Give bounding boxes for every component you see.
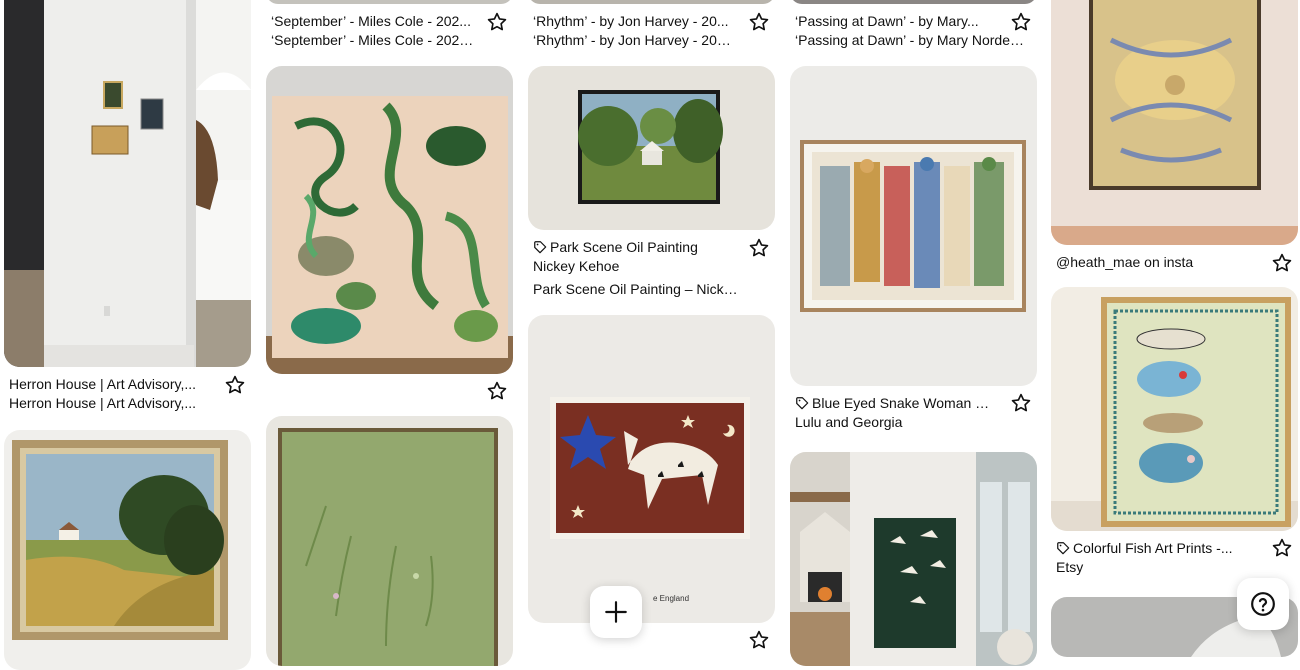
pin-title: Blue Eyed Snake Woman Wa... xyxy=(795,394,1000,412)
add-button[interactable] xyxy=(590,586,642,638)
pin-image[interactable] xyxy=(266,416,513,666)
pin-author: Lulu and Georgia xyxy=(795,414,903,430)
pin-image[interactable] xyxy=(4,430,251,670)
pin-title: Park Scene Oil Painting xyxy=(533,238,738,256)
star-outline-icon[interactable] xyxy=(1271,252,1293,274)
print-caption: e England xyxy=(653,594,690,603)
pin-image[interactable]: e England xyxy=(528,315,775,623)
star-outline-icon[interactable] xyxy=(486,380,508,402)
plus-icon xyxy=(605,601,627,623)
pin-image[interactable] xyxy=(528,66,775,230)
pin-image[interactable] xyxy=(4,0,251,367)
pin-title: ‘Passing at Dawn’ - by Mary... xyxy=(795,13,979,29)
pin-subtitle: Park Scene Oil Painting – Nickey... xyxy=(533,281,738,297)
pin-image[interactable] xyxy=(266,0,513,4)
star-outline-icon[interactable] xyxy=(748,237,770,259)
pin-subtitle: ‘September’ - Miles Cole - 2025 |... xyxy=(271,32,476,48)
pin-title-text: Blue Eyed Snake Woman Wa... xyxy=(812,395,1000,411)
pin-image[interactable] xyxy=(790,66,1037,386)
pin-image[interactable] xyxy=(266,66,513,374)
help-button[interactable] xyxy=(1237,578,1289,630)
pin-title-text: Park Scene Oil Painting xyxy=(550,239,698,255)
tag-icon xyxy=(534,241,547,254)
help-icon xyxy=(1251,592,1275,616)
pin-image[interactable] xyxy=(1051,0,1298,245)
pin-author: Etsy xyxy=(1056,559,1084,575)
star-outline-icon[interactable] xyxy=(224,374,246,396)
star-outline-icon[interactable] xyxy=(486,11,508,33)
pin-title: ‘Rhythm’ - by Jon Harvey - 20... xyxy=(533,13,729,29)
pin-title-text: Colorful Fish Art Prints -... xyxy=(1073,540,1233,556)
pin-author: Nickey Kehoe xyxy=(533,258,620,274)
pin-title: @heath_mae on insta xyxy=(1056,254,1194,270)
pin-image[interactable] xyxy=(790,0,1037,4)
tag-icon xyxy=(1057,542,1070,555)
star-outline-icon[interactable] xyxy=(1010,11,1032,33)
star-outline-icon[interactable] xyxy=(1010,392,1032,414)
pin-subtitle: ‘Rhythm’ - by Jon Harvey - 2025 |... xyxy=(533,32,738,48)
pin-subtitle: Herron House | Art Advisory,... xyxy=(9,395,197,411)
pin-title: ‘September’ - Miles Cole - 202... xyxy=(271,13,471,29)
pin-subtitle: ‘Passing at Dawn’ - by Mary Norden ... xyxy=(795,32,1030,48)
tag-icon xyxy=(796,397,809,410)
pin-title: Herron House | Art Advisory,... xyxy=(9,376,197,392)
pin-title: Colorful Fish Art Prints -... xyxy=(1056,539,1261,557)
star-outline-icon[interactable] xyxy=(748,629,770,651)
pin-image[interactable] xyxy=(528,0,775,4)
pin-image[interactable] xyxy=(1051,287,1298,531)
pin-image[interactable] xyxy=(790,452,1037,666)
star-outline-icon[interactable] xyxy=(1271,537,1293,559)
star-outline-icon[interactable] xyxy=(748,11,770,33)
